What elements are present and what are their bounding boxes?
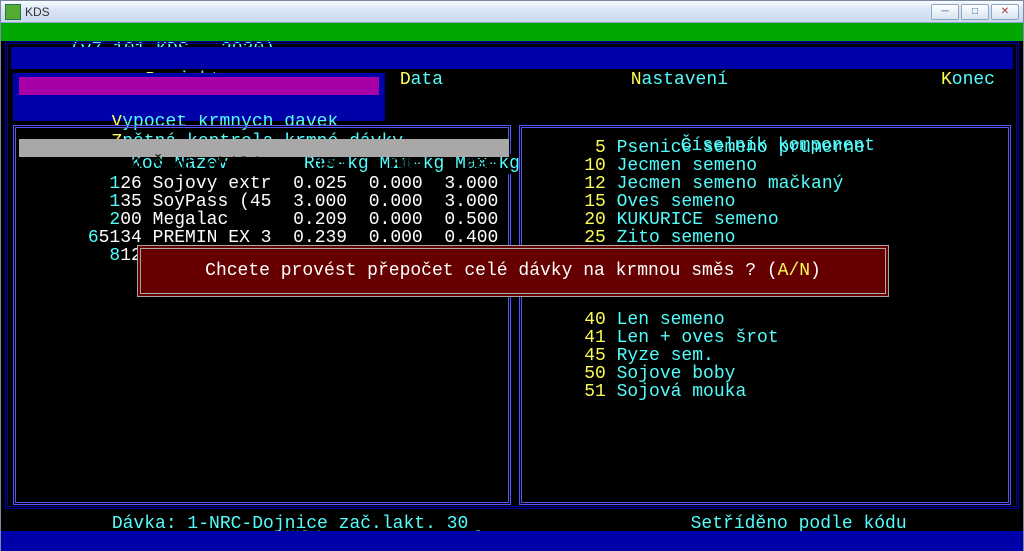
list-item[interactable]: 41 Len + oves šrot [541,329,1024,347]
dialog-an: A/N [778,261,810,281]
menu-projekt[interactable]: Projekt [51,47,229,69]
confirm-dialog[interactable]: Chcete provést přepočet celé dávky na kr… [137,245,889,297]
list-item[interactable]: 50 Sojove boby [541,365,1024,383]
minimize-button[interactable]: ─ [931,4,959,20]
window-title: KDS [25,5,50,19]
list-item[interactable]: 12 Jecmen semeno mačkaný [541,175,1024,193]
table-row[interactable]: 135 SoyPass (45 3.000 0.000 3.000 [19,175,509,193]
table-row[interactable]: 126 Sojovy extr 0.025 0.000 3.000 [19,157,509,175]
table-row[interactable]: 65134 PREMIN EX 3 0.239 0.000 0.400 [19,211,509,229]
menu-konec[interactable]: Konec [855,47,1013,69]
dialog-text: Chcete provést přepočet celé dávky na kr… [205,261,778,281]
list-item[interactable]: 40 Len semeno [541,311,1024,329]
app-window: KDS ─ □ ✕ (v7.101 KDS---2930) Výživa sko… [0,0,1024,551]
maximize-button[interactable]: □ [961,4,989,20]
table-row[interactable]: 200 Megalac 0.209 0.000 0.500 [19,193,509,211]
close-button[interactable]: ✕ [991,4,1019,20]
list-item[interactable]: 20 KUKURICE semeno [541,211,1024,229]
list-item[interactable]: 45 Ryze sem. [541,347,1024,365]
table-row[interactable]: 4000 Šrot obilí 3.151 0.000 5.000 [19,139,509,157]
app-icon [5,4,21,20]
titlebar: KDS ─ □ ✕ [1,1,1023,23]
list-item[interactable]: 51 Sojová mouka [541,383,1024,401]
list-item[interactable]: 10 Jecmen semeno [541,157,1024,175]
terminal: (v7.101 KDS---2930) Výživa skotu Projekt… [1,23,1023,550]
list-item[interactable]: 15 Oves semeno [541,193,1024,211]
menu-data[interactable]: Data [313,47,443,69]
menu-nastaveni[interactable]: Nastavení [544,47,728,69]
list-item[interactable]: 5 Psenice semeno prumerne [541,139,1024,157]
